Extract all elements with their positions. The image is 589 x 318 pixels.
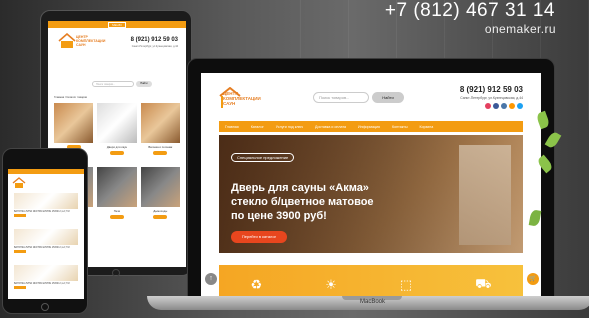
search-input[interactable]: Поиск товаров... <box>313 92 369 103</box>
product-card[interactable]: Дымоходы <box>140 167 180 227</box>
product-caption: Дымоходы <box>153 209 168 213</box>
laptop-device: ЦЕНТР КОМПЛЕКТАЦИИ САУН Поиск товаров...… <box>187 58 555 306</box>
product-image <box>97 103 137 143</box>
product-button[interactable] <box>14 250 26 253</box>
laptop-screen: ЦЕНТР КОМПЛЕКТАЦИИ САУН Поиск товаров...… <box>201 73 541 305</box>
product-button[interactable] <box>14 286 26 289</box>
product-caption: Двери для саун <box>106 145 128 149</box>
scroll-up-icon[interactable]: ↑ <box>205 273 217 285</box>
product-caption: Вагонка и погонаж <box>148 145 173 149</box>
product-caption: Печи <box>113 209 121 213</box>
box-icon: ⬚ <box>399 277 413 292</box>
sun-icon: ☀ <box>325 277 337 292</box>
social-icons <box>485 103 523 109</box>
hero-catalog-button[interactable]: Перейти в каталог <box>231 231 287 243</box>
product-image <box>140 167 180 207</box>
tablet-search-button[interactable]: Найти <box>136 81 152 87</box>
instagram-icon[interactable] <box>485 103 491 109</box>
tablet-phone[interactable]: 8 (921) 912 59 03 <box>131 37 178 43</box>
header-address: Санкт-Петербург, ул.Кузнецовская, д.44 <box>460 96 523 100</box>
hero-title: Дверь для сауны «Акма» стекло б/цветное … <box>231 182 374 222</box>
nav-item-info[interactable]: Информация <box>358 125 380 129</box>
nav-item-catalog[interactable]: Каталог <box>251 125 264 129</box>
tablet-home-button[interactable] <box>112 269 120 277</box>
nav-item-cart[interactable]: Корзина <box>420 125 434 129</box>
tablet-address: Санкт-Петербург, ул.Кузнецовская, д.44 <box>131 45 178 48</box>
list-item[interactable]: ВАГОНКА ЛИПА ЭКСТРА ШТИЛЬ 15X90 2,1-2,7 … <box>14 265 78 289</box>
nav-item-contacts[interactable]: Контакты <box>392 125 408 129</box>
header-phone[interactable]: 8 (921) 912 59 03 <box>460 85 523 94</box>
truck-icon: ⛟ <box>475 276 492 291</box>
product-button[interactable] <box>153 215 168 219</box>
breadcrumb: Главная / Каталог товаров <box>54 96 87 99</box>
nav-item-services[interactable]: Услуги под ключ <box>276 125 303 129</box>
tablet-menu-button[interactable]: МЕНЮ <box>108 21 126 28</box>
product-title: ВАГОНКА ЛИПА ЭКСТРА ШТИЛЬ 15X90 2,1-2,7 … <box>14 282 70 285</box>
twitter-icon[interactable] <box>517 103 523 109</box>
tablet-logo-text: ЦЕНТР КОМПЛЕКТАЦИИ САУН <box>76 35 106 47</box>
product-title: ВАГОНКА ЛИПА ЭКСТРА ШТИЛЬ 15X90 2,1-2,7 … <box>14 246 70 249</box>
product-image <box>14 265 78 281</box>
list-item[interactable]: ВАГОНКА ЛИПА ЭКСТРА ШТИЛЬ 15X90 2,1-2,7 … <box>14 193 78 217</box>
product-image <box>140 103 180 143</box>
hero-door-image <box>459 145 511 245</box>
product-image <box>97 167 137 207</box>
site-url[interactable]: onemaker.ru <box>485 22 556 36</box>
tablet-topbar: МЕНЮ <box>48 21 186 28</box>
search-button[interactable]: Найти <box>372 92 404 103</box>
logo-house-icon[interactable] <box>12 177 28 189</box>
phone-device: ВАГОНКА ЛИПА ЭКСТРА ШТИЛЬ 15X90 2,1-2,7 … <box>2 148 88 314</box>
product-image <box>14 229 78 245</box>
hero-banner: Специальное предложение Дверь для сауны … <box>219 135 523 253</box>
product-image <box>14 193 78 209</box>
hero-special-badge: Специальное предложение <box>231 153 295 162</box>
cart-icon[interactable]: 🛒 <box>527 273 539 285</box>
ok-icon[interactable] <box>509 103 515 109</box>
product-card[interactable]: Печи <box>97 167 137 227</box>
logo-text[interactable]: ЦЕНТР КОМПЛЕКТАЦИИ САУН <box>223 91 261 106</box>
phone-home-button[interactable] <box>41 303 49 311</box>
main-nav: Главная Каталог Услуги под ключ Доставка… <box>219 121 523 132</box>
nav-item-home[interactable]: Главная <box>225 125 239 129</box>
product-button[interactable] <box>109 215 124 219</box>
product-button[interactable] <box>14 214 26 217</box>
product-card[interactable]: Вагонка и погонаж <box>140 103 180 163</box>
nav-item-delivery[interactable]: Доставка и оплата <box>315 125 346 129</box>
product-button[interactable] <box>109 151 124 155</box>
promo-phone: +7 (812) 467 31 14 <box>384 0 555 21</box>
vk-icon[interactable] <box>501 103 507 109</box>
product-image <box>54 103 94 143</box>
phone-screen: ВАГОНКА ЛИПА ЭКСТРА ШТИЛЬ 15X90 2,1-2,7 … <box>8 169 84 299</box>
recycle-icon: ♻ <box>250 277 263 292</box>
product-button[interactable] <box>153 151 168 155</box>
product-title: ВАГОНКА ЛИПА ЭКСТРА ШТИЛЬ 15X90 2,1-2,7 … <box>14 210 70 213</box>
phone-topbar <box>8 169 84 174</box>
product-card[interactable]: Двери для саун <box>97 103 137 163</box>
list-item[interactable]: ВАГОНКА ЛИПА ЭКСТРА ШТИЛЬ 15X90 2,1-2,7 … <box>14 229 78 253</box>
tablet-search-input[interactable]: Поиск товаров... <box>92 81 134 87</box>
laptop-brand-label: MacBook <box>360 299 386 305</box>
facebook-icon[interactable] <box>493 103 499 109</box>
